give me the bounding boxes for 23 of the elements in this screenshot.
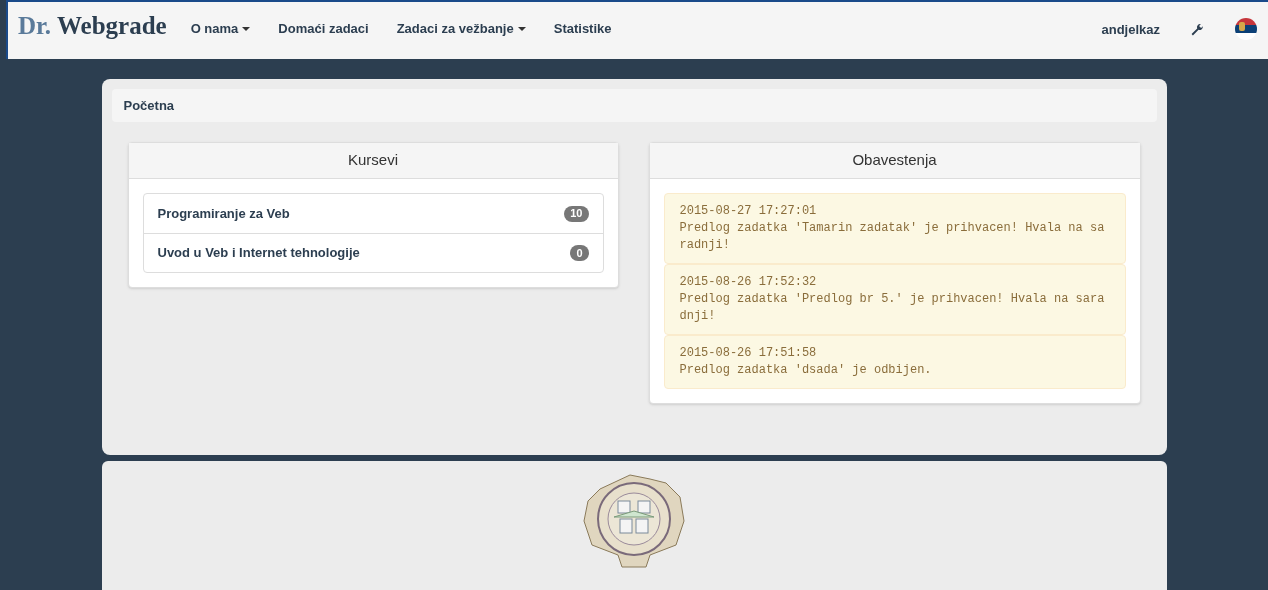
notification-time: 2015-08-26 17:51:58 [679, 345, 818, 362]
course-item[interactable]: Programiranje za Veb 10 [143, 194, 603, 233]
panel-title: Kursevi [348, 150, 398, 171]
count-badge: 10 [564, 205, 589, 222]
notification-time: 2015-08-27 17:27:01 [679, 203, 818, 220]
notification-message: Predlog zadatka 'dsada' je odbijen. [679, 362, 933, 379]
notification-message: Predlog zadatka 'Tamarin zadatak' je prihvacen! Hvala na saradnji! [679, 220, 1106, 254]
nav-link[interactable]: Zadaci za vežbanje [396, 19, 526, 39]
nav-link[interactable]: Domaći zadaci [278, 19, 369, 39]
breadcrumb-item: Početna [123, 96, 175, 115]
count-badge: 0 [570, 245, 589, 261]
flag-icon[interactable] [1234, 17, 1258, 41]
notification-time: 2015-08-26 17:52:32 [679, 274, 818, 291]
user-link[interactable]: andjelkaz [1101, 20, 1160, 40]
caret-icon [242, 26, 251, 31]
nav-link[interactable]: O nama [190, 19, 251, 39]
notification-message: Predlog zadatka 'Predlog br 5.' je prihvacen! Hvala na saradnji! [679, 291, 1106, 325]
brand-logo[interactable]: Dr. Webgrade [18, 12, 167, 40]
course-item[interactable]: Uvod u Veb i Internet tehnologije 0 [143, 233, 603, 272]
wrench-icon[interactable] [1190, 23, 1204, 37]
nav-link[interactable]: Statistike [553, 19, 612, 39]
caret-icon [517, 26, 526, 31]
panel-title: Obavestenja [852, 150, 937, 171]
